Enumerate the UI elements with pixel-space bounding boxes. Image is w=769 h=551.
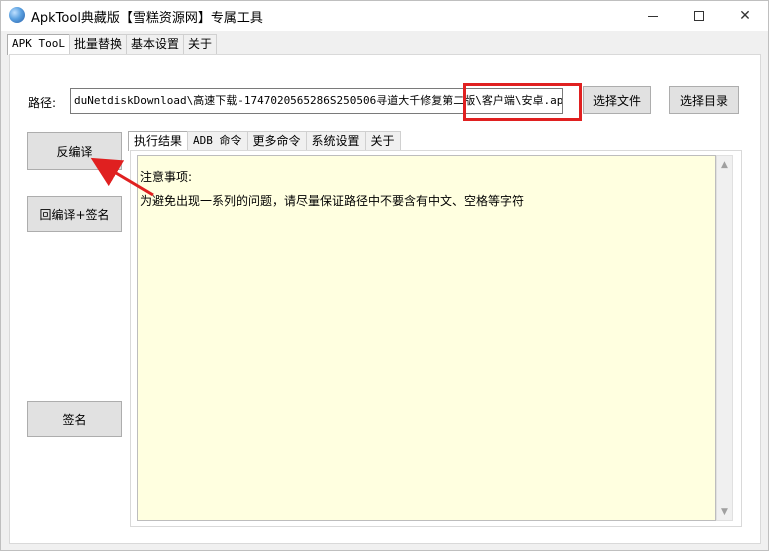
scroll-up-icon[interactable]: ▲ bbox=[717, 156, 732, 173]
maximize-icon bbox=[694, 11, 704, 21]
maximize-button[interactable] bbox=[676, 1, 722, 31]
execution-result-page: 注意事项: 为避免出现一系列的问题，请尽量保证路径中不要含有中文、空格等字符 ▲… bbox=[130, 150, 742, 527]
scroll-down-icon[interactable]: ▼ bbox=[717, 503, 732, 520]
sign-button[interactable]: 签名 bbox=[27, 401, 122, 437]
tab-basic-settings[interactable]: 基本设置 bbox=[126, 34, 185, 54]
select-directory-button[interactable]: 选择目录 bbox=[669, 86, 739, 114]
minimize-button[interactable] bbox=[630, 1, 676, 31]
close-button[interactable]: ✕ bbox=[722, 1, 768, 31]
tab-apk-tool[interactable]: APK TooL bbox=[7, 34, 70, 55]
minimize-icon bbox=[648, 15, 658, 17]
decompile-button[interactable]: 反编译 bbox=[27, 132, 122, 170]
tab-execution-result[interactable]: 执行结果 bbox=[128, 131, 189, 151]
output-line: 注意事项: bbox=[140, 170, 193, 184]
inner-tab-strip: 执行结果 ADB 命令 更多命令 系统设置 关于 bbox=[128, 131, 401, 151]
output-scrollbar[interactable]: ▲ ▼ bbox=[716, 155, 733, 521]
path-label: 路径: bbox=[28, 96, 57, 110]
path-input[interactable]: duNetdiskDownload\高速下载-1747020565286S250… bbox=[70, 88, 563, 114]
tab-system-settings[interactable]: 系统设置 bbox=[305, 131, 366, 151]
app-globe-icon bbox=[9, 7, 25, 23]
select-file-button[interactable]: 选择文件 bbox=[583, 86, 651, 114]
title-bar[interactable]: ApkTool典藏版【雪糕资源网】专属工具 ✕ bbox=[1, 1, 768, 31]
output-line: 为避免出现一系列的问题，请尽量保证路径中不要含有中文、空格等字符 bbox=[140, 194, 525, 208]
output-textarea[interactable]: 注意事项: 为避免出现一系列的问题，请尽量保证路径中不要含有中文、空格等字符 bbox=[137, 155, 716, 521]
tab-more-commands[interactable]: 更多命令 bbox=[246, 131, 307, 151]
tab-adb-command[interactable]: ADB 命令 bbox=[187, 131, 248, 151]
apk-tool-page: 路径: duNetdiskDownload\高速下载-1747020565286… bbox=[9, 54, 761, 544]
tab-about[interactable]: 关于 bbox=[183, 34, 218, 54]
main-tab-strip: APK TooL 批量替换 基本设置 关于 bbox=[7, 34, 218, 55]
recompile-sign-button[interactable]: 回编译+签名 bbox=[27, 196, 122, 232]
tab-batch-replace[interactable]: 批量替换 bbox=[68, 34, 127, 54]
window-title: ApkTool典藏版【雪糕资源网】专属工具 bbox=[31, 11, 263, 26]
tab-inner-about[interactable]: 关于 bbox=[364, 131, 401, 151]
close-icon: ✕ bbox=[739, 8, 751, 24]
app-window: ApkTool典藏版【雪糕资源网】专属工具 ✕ APK TooL 批量替换 基本… bbox=[0, 0, 769, 551]
